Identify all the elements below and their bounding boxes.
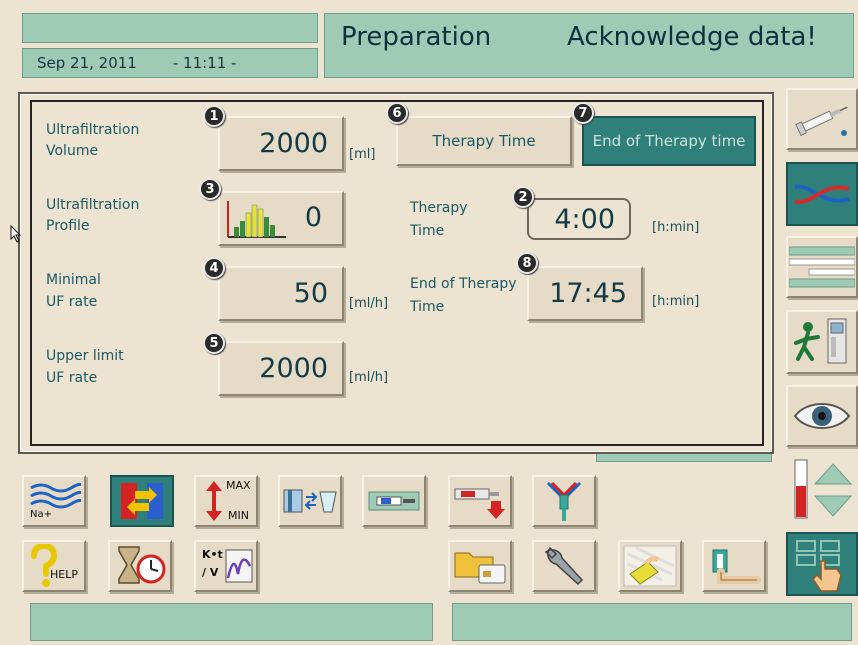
upper-uf-rate-unit: [ml/h] (349, 370, 389, 385)
badge-2: 2 (512, 186, 534, 208)
heparin-pump-button[interactable] (362, 475, 426, 527)
blood-lines-button[interactable] (786, 162, 858, 226)
data-folder-button[interactable] (448, 540, 512, 592)
level-up-down-icon (794, 459, 853, 519)
header-time: - 11:11 - (172, 54, 237, 72)
uf-profile-field[interactable]: 0 (218, 191, 344, 246)
limits-button[interactable]: MAX MIN (194, 475, 258, 527)
needle-connector-icon (546, 481, 582, 521)
end-therapy-label-line2: Time (410, 299, 445, 315)
cleaning-sponge-icon (623, 545, 677, 587)
min-uf-rate-label-line2: UF rate (46, 294, 98, 310)
help-question-icon (31, 544, 58, 587)
min-uf-rate-label-line1: Minimal (46, 272, 101, 288)
therapy-time-value: 4:00 (554, 203, 615, 235)
header-left-top-panel (22, 13, 318, 43)
badge-3: 3 (199, 178, 221, 200)
max-min-icon (206, 481, 222, 521)
end-therapy-value: 17:45 (549, 278, 627, 309)
arrows-exchange-icon (121, 483, 163, 519)
eye-icon (793, 403, 851, 429)
help-button[interactable]: HELP (22, 540, 86, 592)
crossed-lines-icon (794, 184, 850, 204)
max-label: MAX (226, 479, 251, 492)
therapy-time-unit: [h:min] (652, 220, 700, 235)
filter-exchange-icon (283, 489, 337, 513)
therapy-time-field[interactable]: 4:00 (527, 198, 631, 240)
mouse-cursor-icon (10, 225, 22, 243)
cleaning-button[interactable] (618, 540, 682, 592)
therapy-data-button[interactable] (110, 475, 174, 527)
upper-uf-rate-field[interactable]: 2000 (218, 341, 344, 396)
profile-histogram-icon (227, 201, 286, 238)
uf-profile-label-line1: Ultrafiltration (46, 197, 140, 213)
timer-button[interactable] (108, 540, 172, 592)
ktv-label: K•t / V (202, 548, 223, 579)
finger-touch-icon (796, 540, 842, 592)
folder-card-icon (454, 552, 506, 584)
filter-button[interactable] (278, 475, 342, 527)
end-therapy-unit: [h:min] (652, 294, 700, 309)
therapy-time-label-line2: Time (410, 223, 445, 239)
header-datetime-panel: Sep 21, 2011 - 11:11 - (22, 48, 318, 78)
therapy-time-tab[interactable]: Therapy Time (396, 116, 572, 166)
list-overview-button[interactable] (786, 236, 858, 298)
min-uf-rate-unit: [ml/h] (349, 296, 389, 311)
uf-profile-label-line2: Profile (46, 218, 90, 234)
patient-connect-button[interactable] (786, 310, 858, 374)
sodium-button[interactable]: Na+ (22, 475, 86, 527)
header-date: Sep 21, 2011 (37, 54, 137, 72)
status-message: Acknowledge data! (567, 22, 817, 52)
therapy-time-tab-label: Therapy Time (432, 132, 536, 150)
uf-profile-value: 0 (304, 202, 322, 233)
service-button[interactable] (532, 540, 596, 592)
badge-8: 8 (516, 252, 538, 274)
uf-volume-field[interactable]: 2000 (218, 116, 344, 171)
confirm-touch-button[interactable] (786, 532, 858, 596)
help-label: HELP (50, 568, 78, 581)
min-uf-rate-value: 50 (293, 278, 328, 309)
mode-title: Preparation (341, 22, 492, 52)
end-therapy-label-line1: End of Therapy (410, 276, 517, 292)
heparin-syringe-icon (368, 491, 420, 511)
level-adjust-button[interactable] (786, 458, 858, 522)
end-therapy-field[interactable]: 17:45 (527, 266, 643, 321)
single-needle-button[interactable] (532, 475, 596, 527)
hourglass-clock-icon (118, 546, 166, 584)
badge-7: 7 (572, 102, 594, 124)
badge-5: 5 (203, 332, 225, 354)
header-status-panel: Preparation Acknowledge data! (324, 13, 854, 78)
view-button[interactable] (786, 385, 858, 447)
bottom-status-right (452, 603, 852, 641)
bolus-syringe-down-icon (454, 488, 505, 519)
list-lines-icon (789, 246, 855, 288)
syringe-icon (795, 106, 848, 137)
therapy-time-label-line1: Therapy (410, 200, 468, 216)
heparin-bolus-button[interactable] (448, 475, 512, 527)
uf-volume-unit: [ml] (349, 147, 376, 162)
uf-volume-label-line1: Ultrafiltration (46, 122, 140, 138)
bottom-status-left (30, 603, 433, 641)
walking-person-icon (794, 318, 847, 364)
uf-volume-label-line2: Volume (46, 143, 99, 159)
badge-4: 4 (203, 257, 225, 279)
end-of-therapy-tab-label: End of Therapy time (592, 132, 746, 150)
ktv-button[interactable]: K•t / V (194, 540, 258, 592)
ktv-chart-icon (225, 549, 253, 583)
uf-volume-value: 2000 (259, 128, 328, 159)
wrench-icon (544, 546, 584, 586)
upper-uf-rate-label-line2: UF rate (46, 370, 98, 386)
upper-uf-rate-label-line1: Upper limit (46, 348, 124, 364)
end-of-therapy-tab[interactable]: End of Therapy time (582, 116, 756, 166)
upper-uf-rate-value: 2000 (259, 353, 328, 384)
syringe-button[interactable] (786, 88, 858, 150)
badge-6: 6 (386, 102, 408, 124)
main-panel-tab-strip (596, 454, 772, 462)
min-label: MIN (228, 509, 249, 522)
arm-connection-icon (712, 549, 761, 584)
disconnect-button[interactable] (702, 540, 766, 592)
badge-1: 1 (203, 105, 225, 127)
min-uf-rate-field[interactable]: 50 (218, 266, 344, 321)
sodium-label: Na+ (30, 509, 52, 520)
